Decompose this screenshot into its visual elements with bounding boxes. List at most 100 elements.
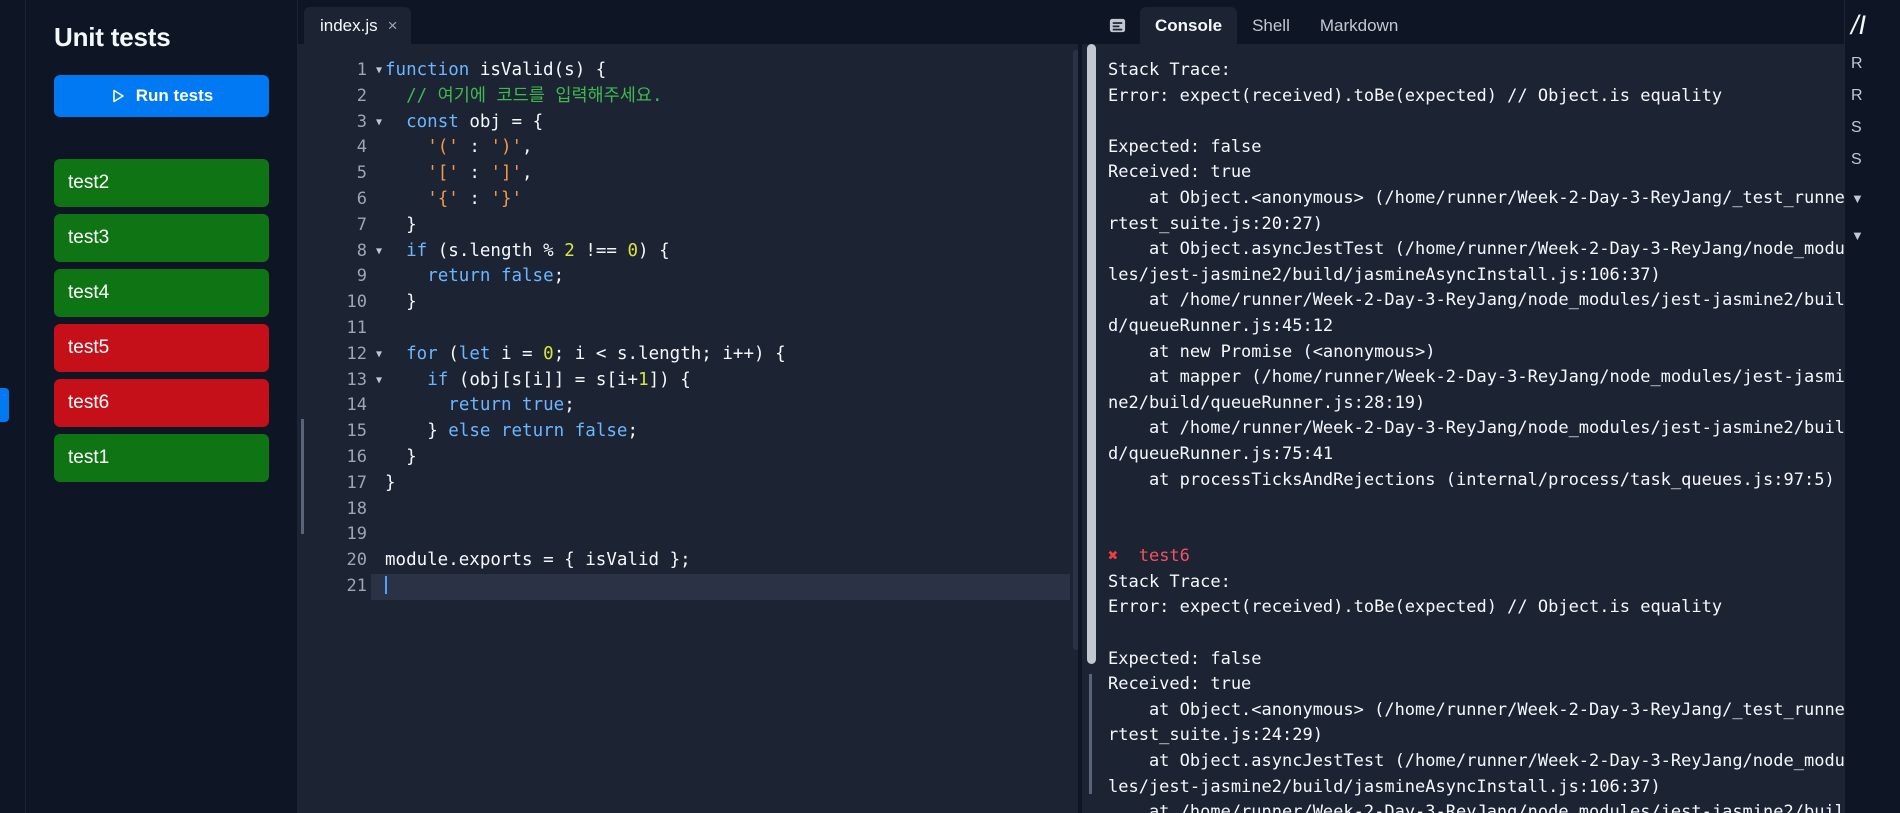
run-tests-label: Run tests [135, 86, 214, 105]
chevron-down-icon[interactable]: ▼ [1845, 169, 1900, 206]
code-text-area[interactable]: function isValid(s) { // 여기에 코드를 입력해주세요.… [371, 44, 1082, 813]
code-editor[interactable]: 1 ▼ 2 3 ▼ 4 5 6 7 8 ▼ 9 10 11 12 ▼ 13 ▼ 14 15 16 17 18 19 20 21 f… [298, 44, 1082, 813]
test-result-item[interactable]: test5 [54, 324, 269, 372]
line-number: 10 [346, 292, 367, 313]
code-line: } [406, 446, 417, 467]
line-number: 4 [356, 137, 367, 158]
test-result-item[interactable]: test6 [54, 379, 269, 427]
unit-tests-panel: Unit tests Run tests test2 test3 test4 test… [26, 0, 298, 813]
console-line: rtest_suite.js:24:29) [1108, 725, 1323, 746]
tests-list: test2 test3 test4 test5 test6 test1 [54, 159, 269, 482]
right-panel-item[interactable]: R [1845, 41, 1900, 73]
code-line: const obj = { [406, 111, 544, 132]
left-activity-rail [0, 0, 26, 813]
play-icon [110, 88, 127, 105]
right-panel-item[interactable]: S [1845, 137, 1900, 169]
error-x-icon: ✖ [1108, 546, 1119, 567]
page-title: Unit tests [54, 22, 171, 52]
test-result-item[interactable]: test1 [54, 434, 269, 482]
console-tab-group: Console Shell Markdown [1140, 7, 1413, 44]
console-line: rtest_suite.js:20:27) [1108, 213, 1323, 234]
console-column: Console Shell Markdown Stack Trace: Error: … [1082, 0, 1844, 813]
right-panel-title: /I [1851, 10, 1867, 40]
console-selection-marker [1089, 674, 1092, 794]
line-number: 20 [346, 550, 367, 571]
console-body: Stack Trace: Error: expect(received).toBe… [1082, 44, 1844, 813]
console-tab-markdown[interactable]: Markdown [1305, 7, 1413, 44]
editor-tabbar: index.js × [298, 0, 1082, 44]
editor-selection-marker [301, 419, 304, 534]
right-side-panel: /I R R S S ▼ ▼ [1844, 0, 1900, 813]
ide-root: Unit tests Run tests test2 test3 test4 test… [0, 0, 1900, 813]
console-line: at /home/runner/Week-2-Day-3-ReyJang/nod… [1108, 418, 1844, 439]
line-number: 6 [356, 188, 367, 209]
code-line: return false; [427, 266, 565, 287]
line-number: 17 [346, 472, 367, 493]
close-icon[interactable]: × [388, 17, 398, 34]
console-line: at /home/runner/Week-2-Day-3-ReyJang/nod… [1108, 290, 1844, 311]
console-line: at Object.<anonymous> (/home/runner/Week… [1108, 699, 1844, 720]
console-tab-shell[interactable]: Shell [1237, 7, 1305, 44]
right-panel-items: R R S S ▼ ▼ [1845, 41, 1900, 243]
test-result-item[interactable]: test2 [54, 159, 269, 207]
test-result-item[interactable]: test4 [54, 269, 269, 317]
line-number-gutter: 1 ▼ 2 3 ▼ 4 5 6 7 8 ▼ 9 10 11 12 ▼ 13 ▼ 14 15 16 17 18 19 20 21 [309, 44, 382, 813]
console-line: Error: expect(received).toBe(expected) /… [1108, 597, 1723, 618]
test-result-label: test4 [68, 282, 110, 303]
console-line: at Object.asyncJestTest (/home/runner/We… [1108, 751, 1844, 772]
code-line: '{' : '}' [427, 188, 523, 209]
chevron-down-icon[interactable]: ▼ [1845, 206, 1900, 243]
console-test-failure-header: ✖ test6 [1108, 544, 1844, 570]
code-line: if (s.length % 2 !== 0) { [406, 240, 670, 261]
console-scrollbar[interactable] [1082, 44, 1102, 813]
line-number: 11 [346, 317, 367, 338]
console-line: Received: true [1108, 162, 1252, 183]
editor-left-strip [298, 44, 309, 813]
editor-tab-index-js[interactable]: index.js × [304, 7, 411, 44]
run-tests-button[interactable]: Run tests [54, 75, 269, 117]
console-tabbar: Console Shell Markdown [1082, 0, 1844, 44]
line-number: 21 [346, 575, 367, 596]
line-number: 7 [356, 214, 367, 235]
console-output[interactable]: Stack Trace: Error: expect(received).toBe… [1102, 44, 1844, 813]
code-line [371, 573, 1082, 600]
line-number: 9 [356, 266, 367, 287]
console-line: Stack Trace: [1108, 571, 1231, 592]
code-line: function isValid(s) { [385, 60, 607, 80]
line-number: 12 ▼ [309, 342, 382, 368]
console-line: at Object.asyncJestTest (/home/runner/We… [1108, 239, 1844, 260]
code-line: } [385, 472, 396, 493]
console-line: d/queueRunner.js:75:41 [1108, 443, 1334, 464]
code-line: } [406, 292, 417, 313]
editor-column: index.js × 1 ▼ 2 3 ▼ 4 5 6 7 8 ▼ 9 10 11 12 ▼ 13 ▼ 14 15 16 1… [298, 0, 1086, 813]
right-panel-item[interactable]: S [1845, 105, 1900, 137]
code-line: '(' : ')', [427, 137, 533, 158]
test-result-item[interactable]: test3 [54, 214, 269, 262]
code-line: '[' : ']', [427, 163, 533, 184]
panel-resize-handle[interactable] [0, 388, 9, 422]
line-number: 2 [356, 85, 367, 106]
test-result-label: test3 [68, 227, 110, 248]
test-result-label: test1 [68, 447, 110, 468]
line-number: 8 ▼ [309, 239, 382, 265]
console-tab-console[interactable]: Console [1140, 7, 1238, 44]
line-number: 13 ▼ [309, 368, 382, 394]
line-number: 14 [346, 395, 367, 416]
line-number: 18 [346, 498, 367, 519]
right-panel-item[interactable]: R [1845, 73, 1900, 105]
console-line: Error: expect(received).toBe(expected) /… [1108, 85, 1723, 106]
line-number: 3 ▼ [309, 110, 382, 136]
console-scrollbar-thumb[interactable] [1087, 44, 1096, 664]
line-number: 5 [356, 163, 367, 184]
code-line: module.exports = { isValid }; [385, 550, 691, 571]
list-icon[interactable] [1100, 7, 1134, 44]
code-line: return true; [448, 395, 575, 416]
console-line: at /home/runner/Week-2-Day-3-ReyJang/nod… [1108, 802, 1844, 813]
test-result-label: test5 [68, 337, 110, 358]
console-line: d/queueRunner.js:45:12 [1108, 315, 1334, 336]
